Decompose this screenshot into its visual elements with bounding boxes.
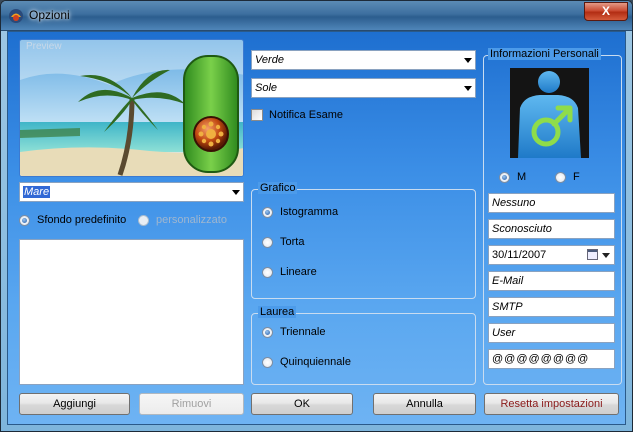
- password-field[interactable]: @@@@@@@@: [488, 349, 615, 369]
- radio-dot: [555, 172, 566, 183]
- chevron-down-icon: [464, 58, 472, 63]
- preview-panel: Preview: [19, 39, 244, 177]
- radio-default-background-label: Sfondo predefinito: [37, 214, 127, 226]
- radio-chart-histogram-label: Istogramma: [280, 206, 339, 218]
- radio-dot: [262, 357, 273, 368]
- radio-degree-quinquiennale[interactable]: Quinquiennale: [262, 356, 382, 370]
- radio-dot: [138, 215, 149, 226]
- degree-group-title: Laurea: [258, 306, 297, 318]
- chart-group-title: Grafico: [258, 182, 298, 194]
- radio-custom-background-label: personalizzato: [156, 214, 227, 226]
- radio-degree-triennale-label: Triennale: [280, 326, 326, 338]
- app-icon: [9, 9, 23, 23]
- radio-gender-m[interactable]: M: [499, 171, 539, 185]
- smtp-field[interactable]: SMTP: [488, 297, 615, 317]
- add-button[interactable]: Aggiungi: [19, 393, 130, 415]
- avatar: [510, 68, 589, 158]
- degree-group: Laurea Triennale Quinquiennale: [251, 306, 476, 385]
- background-list[interactable]: [19, 239, 244, 385]
- radio-gender-m-label: M: [517, 171, 527, 183]
- user-field[interactable]: User: [488, 323, 615, 343]
- surname-field[interactable]: Sconosciuto: [488, 219, 615, 239]
- radio-degree-quinquiennale-label: Quinquiennale: [280, 356, 351, 368]
- reset-settings-button[interactable]: Resetta impostazioni: [484, 393, 619, 415]
- options-window: Opzioni X Preview Mare Sfondo predefinit…: [0, 0, 633, 432]
- radio-dot: [499, 172, 510, 183]
- cancel-button[interactable]: Annulla: [373, 393, 476, 415]
- background-dropdown-value: Mare: [23, 186, 51, 198]
- radio-gender-f-label: F: [573, 171, 580, 183]
- radio-chart-line-label: Lineare: [280, 266, 317, 278]
- radio-default-background[interactable]: Sfondo predefinito: [19, 214, 139, 228]
- icon-dropdown-value: Sole: [255, 82, 278, 94]
- client-area: Preview Mare Sfondo predefinito personal…: [7, 31, 626, 425]
- exam-notify-label: Notifica Esame: [269, 109, 343, 121]
- personal-info-title: Informazioni Personali: [488, 48, 601, 60]
- name-field[interactable]: Nessuno: [488, 193, 615, 213]
- icon-dropdown[interactable]: Sole: [251, 78, 476, 98]
- chevron-down-icon: [232, 190, 240, 195]
- ok-button[interactable]: OK: [251, 393, 353, 415]
- chevron-down-icon: [464, 86, 472, 91]
- remove-button[interactable]: Rimuovi: [139, 393, 244, 415]
- window-title: Opzioni: [29, 8, 70, 22]
- radio-chart-line[interactable]: Lineare: [262, 266, 382, 280]
- email-field[interactable]: E-Mail: [488, 271, 615, 291]
- checkbox-box: [251, 109, 263, 121]
- title-bar[interactable]: Opzioni X: [1, 1, 632, 31]
- birthdate-value: 30/11/2007: [492, 249, 547, 261]
- radio-dot: [262, 237, 273, 248]
- radio-dot: [262, 207, 273, 218]
- preview-label: Preview: [26, 41, 62, 52]
- background-dropdown[interactable]: Mare: [19, 182, 244, 202]
- radio-chart-pie[interactable]: Torta: [262, 236, 382, 250]
- calendar-icon[interactable]: [587, 249, 598, 260]
- radio-dot: [262, 327, 273, 338]
- radio-dot: [19, 215, 30, 226]
- preview-image: [20, 40, 243, 176]
- close-button[interactable]: X: [584, 2, 628, 21]
- radio-chart-pie-label: Torta: [280, 236, 305, 248]
- radio-custom-background[interactable]: personalizzato: [138, 214, 238, 228]
- chart-group: Grafico Istogramma Torta Lineare: [251, 182, 476, 299]
- radio-gender-f[interactable]: F: [555, 171, 595, 185]
- radio-degree-triennale[interactable]: Triennale: [262, 326, 382, 340]
- close-icon: X: [601, 4, 610, 18]
- birthdate-picker[interactable]: 30/11/2007: [488, 245, 615, 265]
- radio-dot: [262, 267, 273, 278]
- chevron-down-icon[interactable]: [602, 253, 610, 258]
- theme-dropdown-value: Verde: [255, 54, 284, 66]
- theme-dropdown[interactable]: Verde: [251, 50, 476, 70]
- radio-chart-histogram[interactable]: Istogramma: [262, 206, 382, 220]
- male-symbol-icon: [518, 71, 581, 158]
